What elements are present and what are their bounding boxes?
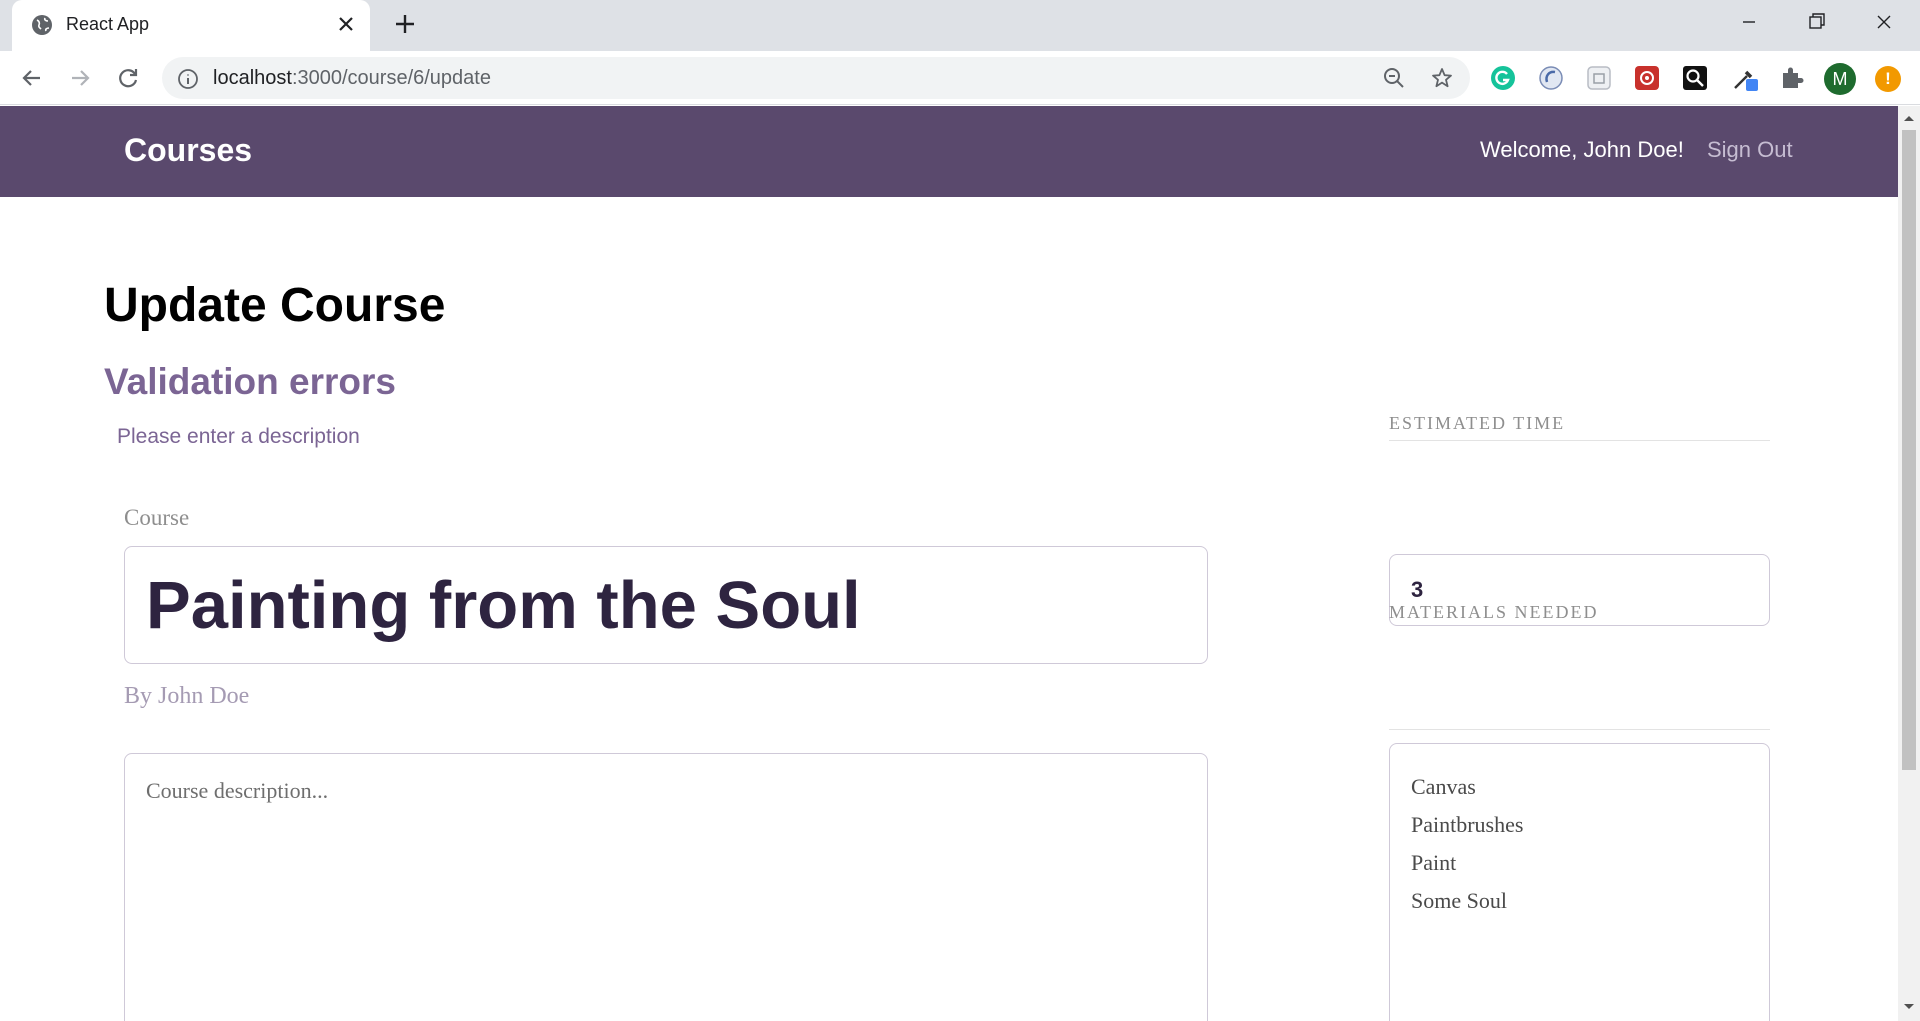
profile-avatar[interactable]: M <box>1824 63 1856 95</box>
search-extension-icon[interactable] <box>1681 64 1709 92</box>
page-title: Update Course <box>104 279 446 332</box>
grammarly-icon[interactable] <box>1489 64 1517 92</box>
close-tab-icon[interactable] <box>334 12 358 36</box>
material-item: Paint <box>1411 850 1457 875</box>
address-bar[interactable]: localhost:3000/course/6/update <box>162 57 1470 99</box>
globe-icon <box>32 15 52 35</box>
material-item: Paintbrushes <box>1411 812 1524 837</box>
scroll-down-arrow-icon[interactable] <box>1898 999 1920 1015</box>
estimated-time-divider <box>1389 440 1770 441</box>
page-viewport: Courses Welcome, John Doe! Sign Out Upda… <box>0 106 1898 1021</box>
new-tab-icon[interactable] <box>393 12 417 36</box>
back-icon[interactable] <box>18 64 46 92</box>
zoom-icon[interactable] <box>1382 66 1406 90</box>
site-title[interactable]: Courses <box>124 132 252 169</box>
update-alert-icon[interactable]: ! <box>1875 66 1901 92</box>
url-text[interactable]: localhost:3000/course/6/update <box>213 67 491 90</box>
url-host: localhost <box>213 67 292 89</box>
scroll-thumb[interactable] <box>1902 130 1916 770</box>
validation-error: Please enter a description <box>117 425 360 448</box>
site-header: Courses Welcome, John Doe! Sign Out <box>0 106 1898 197</box>
description-textarea[interactable] <box>124 753 1208 1021</box>
eyedropper-icon[interactable] <box>1731 64 1759 92</box>
window-close-icon[interactable] <box>1868 8 1900 36</box>
validation-heading: Validation errors <box>104 361 396 402</box>
puzzle-icon[interactable] <box>1778 64 1806 92</box>
course-label: Course <box>124 505 190 530</box>
course-title-input[interactable] <box>124 546 1208 664</box>
reload-icon[interactable] <box>114 64 142 92</box>
minimize-icon[interactable] <box>1733 8 1765 36</box>
materials-textarea[interactable]: Canvas Paintbrushes Paint Some Soul <box>1389 743 1770 1021</box>
materials-label: MATERIALS NEEDED <box>1389 602 1599 622</box>
tab-title: React App <box>66 14 150 34</box>
url-path: :3000/course/6/update <box>291 67 491 89</box>
scroll-up-arrow-icon[interactable] <box>1898 110 1920 126</box>
forward-icon[interactable] <box>66 64 94 92</box>
browser-tab[interactable]: React App <box>12 0 370 51</box>
extension-red-icon[interactable] <box>1633 64 1661 92</box>
course-author: By John Doe <box>124 683 250 709</box>
info-icon[interactable] <box>177 68 199 90</box>
material-item: Some Soul <box>1411 888 1507 913</box>
welcome-text: Welcome, John Doe! <box>1480 137 1684 162</box>
restore-icon[interactable] <box>1800 8 1832 36</box>
estimated-time-label: ESTIMATED TIME <box>1389 413 1566 433</box>
bookmark-star-icon[interactable] <box>1430 66 1454 90</box>
sign-out-link[interactable]: Sign Out <box>1707 137 1793 163</box>
sync-icon[interactable] <box>1537 64 1565 92</box>
browser-tabstrip: React App <box>0 0 1920 51</box>
page-scrollbar[interactable] <box>1898 106 1920 1021</box>
extension-square-icon[interactable] <box>1585 64 1613 92</box>
materials-divider <box>1389 729 1770 730</box>
material-item: Canvas <box>1411 774 1476 799</box>
